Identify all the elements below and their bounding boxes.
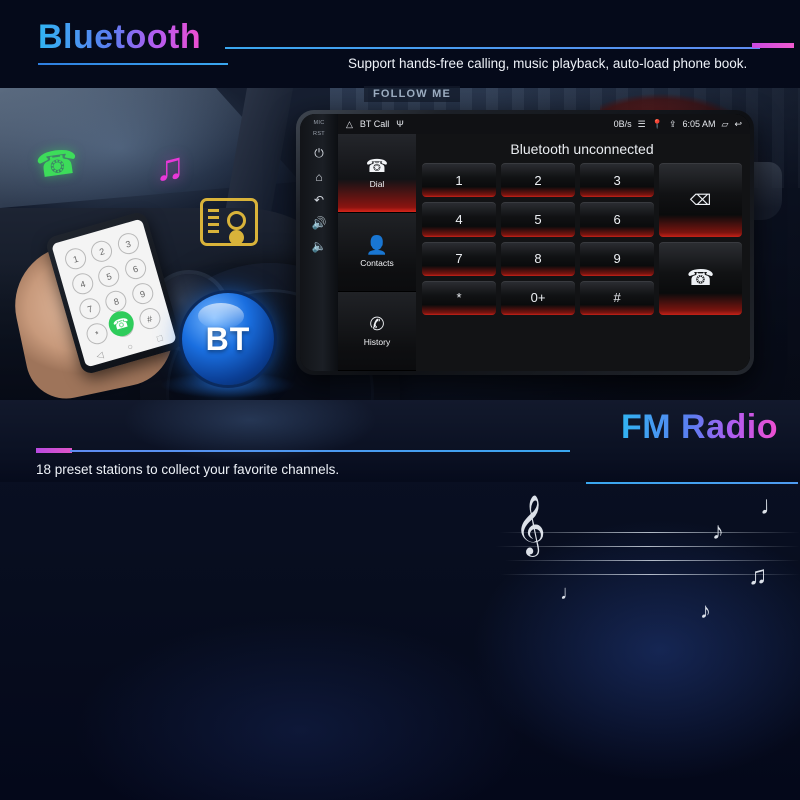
data-rate: 0B/s <box>613 119 632 129</box>
rst-label: RST <box>313 131 325 137</box>
app-title: BT Call <box>359 119 390 129</box>
title-underline-left <box>38 63 228 65</box>
fm-radio-subtitle: 18 preset stations to collect your favor… <box>36 462 340 477</box>
tab-history-label: History <box>363 337 391 347</box>
keypad-key-star[interactable]: * <box>422 280 497 315</box>
phone-key: 2 <box>88 238 115 265</box>
bt-body: ☎ Dial 👤 Contacts ✆ History Bluetooth un… <box>338 134 750 371</box>
fm-radio-title: FM Radio <box>621 408 778 446</box>
tab-dial-label: Dial <box>369 179 385 189</box>
phone-key: # <box>136 305 163 332</box>
back-arrow-icon[interactable]: ↩ <box>734 119 742 129</box>
bluetooth-header: Bluetooth Support hands-free calling, mu… <box>0 0 800 90</box>
bluetooth-logo-orb: BT <box>182 293 274 385</box>
person-icon: 👤 <box>365 235 389 255</box>
tab-contacts[interactable]: 👤 Contacts <box>338 213 416 292</box>
phone-key: * <box>84 320 111 347</box>
bluetooth-icon: ⇪ <box>668 118 677 129</box>
phone-key: 1 <box>62 245 89 272</box>
back-icon[interactable]: ↶ <box>306 188 332 211</box>
keypad-key-3[interactable]: 3 <box>580 163 655 198</box>
title-rule-top <box>225 47 760 49</box>
home-icon[interactable]: ⌂ <box>306 165 332 188</box>
signal-icon: ☰ <box>637 118 646 129</box>
tab-dial[interactable]: ☎ Dial <box>338 134 416 213</box>
bt-keypad: 1 2 3 ⌫ 4 5 6 7 8 9 ☎ * 0+ # <box>422 163 742 315</box>
volume-down-icon[interactable]: 🔈 <box>306 234 332 257</box>
keypad-key-1[interactable]: 1 <box>422 163 497 198</box>
fm-radio-section: FM Radio 18 preset stations to collect y… <box>0 400 800 800</box>
keypad-key-zero[interactable]: 0+ <box>501 280 576 315</box>
product-feature-image: FOLLOW ME ☎ ♫ 1 2 3 4 5 6 7 8 9 * 0 # <box>0 0 800 800</box>
tab-history[interactable]: ✆ History <box>338 292 416 371</box>
phone-wave-icon: ☎ <box>33 142 81 186</box>
backspace-icon[interactable]: ⌫ <box>659 163 742 237</box>
keypad-key-hash[interactable]: # <box>580 280 655 315</box>
usb-icon: Ψ <box>396 118 404 129</box>
home-icon: ○ <box>126 341 135 353</box>
bluetooth-title: Bluetooth <box>38 18 202 56</box>
location-pin-icon: 📍 <box>651 118 663 129</box>
bt-statusbar: △ BT Call Ψ 0B/s ☰ 📍 ⇪ 6:05 AM ▱ ↩ <box>338 114 750 134</box>
music-note-icon: ♫ <box>155 145 185 189</box>
call-dial-icon[interactable]: ☎ <box>659 241 742 315</box>
bt-unit-inner: MIC RST ⏻ ⌂ ↶ 🔊 🔈 △ BT Call Ψ 0B/s ☰ 📍 ⇪… <box>300 114 750 371</box>
bt-screen: △ BT Call Ψ 0B/s ☰ 📍 ⇪ 6:05 AM ▱ ↩ ☎ Dia… <box>338 114 750 371</box>
statusbar-left: △ BT Call Ψ <box>346 119 404 129</box>
home-icon[interactable]: △ <box>346 119 353 129</box>
phone-key: 6 <box>122 255 149 282</box>
keypad-key-9[interactable]: 9 <box>580 241 655 276</box>
recents-icon[interactable]: ▱ <box>722 119 729 129</box>
phone-key: 7 <box>76 295 103 322</box>
bluetooth-head-unit: MIC RST ⏻ ⌂ ↶ 🔊 🔈 △ BT Call Ψ 0B/s ☰ 📍 ⇪… <box>296 110 754 375</box>
phone-key: 8 <box>103 288 130 315</box>
title-rule-accent <box>752 43 794 48</box>
keypad-key-8[interactable]: 8 <box>501 241 576 276</box>
back-icon: ◁ <box>95 349 105 362</box>
statusbar-right: 0B/s ☰ 📍 ⇪ 6:05 AM ▱ ↩ <box>614 119 742 129</box>
bluetooth-subtitle: Support hands-free calling, music playba… <box>348 56 748 71</box>
fm-rule-accent <box>36 448 72 453</box>
volume-up-icon[interactable]: 🔊 <box>306 211 332 234</box>
fm-radio-header: FM Radio 18 preset stations to collect y… <box>0 400 800 490</box>
phone-key: 5 <box>96 263 122 290</box>
keypad-key-5[interactable]: 5 <box>501 202 576 237</box>
mic-label: MIC <box>313 120 325 126</box>
bt-dial-pane: Bluetooth unconnected 1 2 3 ⌫ 4 5 6 7 8 <box>416 134 750 371</box>
keypad-key-4[interactable]: 4 <box>422 202 497 237</box>
power-icon[interactable]: ⏻ <box>306 142 332 165</box>
phone-key: 9 <box>129 280 156 307</box>
keypad-key-2[interactable]: 2 <box>501 163 576 198</box>
bt-tab-strip: ☎ Dial 👤 Contacts ✆ History <box>338 134 416 371</box>
phone-key: 3 <box>115 230 142 257</box>
recents-icon: □ <box>155 332 164 344</box>
bt-orb-label: BT <box>205 320 251 357</box>
phone-key: 4 <box>69 270 96 297</box>
keypad-key-7[interactable]: 7 <box>422 241 497 276</box>
fm-rule-left <box>70 450 570 452</box>
phone-handset-icon: ☎ <box>365 156 389 176</box>
bluetooth-section: FOLLOW ME ☎ ♫ 1 2 3 4 5 6 7 8 9 * 0 # <box>0 0 800 400</box>
bt-side-rail: MIC RST ⏻ ⌂ ↶ 🔊 🔈 <box>300 114 338 371</box>
bluetooth-connection-status: Bluetooth unconnected <box>510 141 654 157</box>
contact-card-icon <box>200 198 258 246</box>
fm-rule-right <box>586 482 798 484</box>
keypad-key-6[interactable]: 6 <box>580 202 655 237</box>
call-log-icon: ✆ <box>369 314 385 334</box>
status-time: 6:05 AM <box>682 119 716 129</box>
tab-contacts-label: Contacts <box>360 258 394 268</box>
